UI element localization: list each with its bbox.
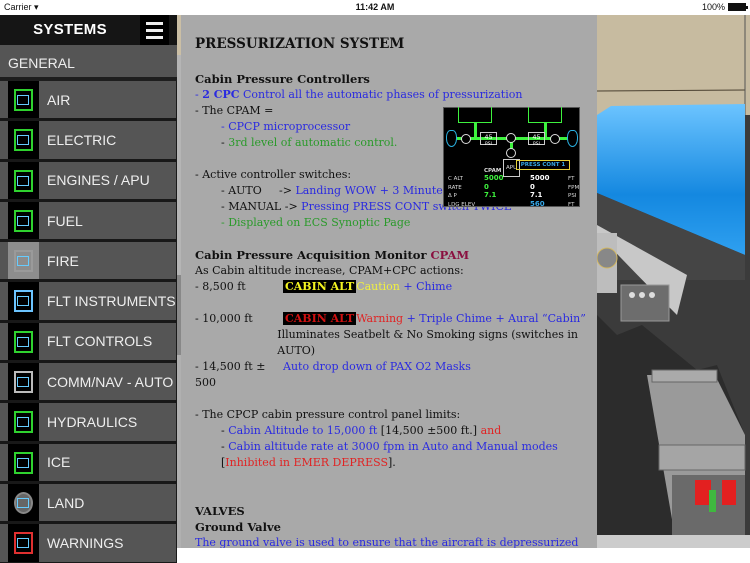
flight-controls-thumbnail-icon: [8, 322, 39, 361]
sidebar-item-edge: [0, 121, 8, 159]
ecs-row-unit: FT: [568, 201, 575, 208]
section-heading-cpam: Cabin Pressure Acquisition Monitor CPAM: [195, 248, 470, 262]
cpam-row-10000-note: Illuminates Seatbelt & No Smoking signs …: [277, 328, 579, 357]
flight-instruments-thumbnail-icon: [8, 282, 39, 320]
ground-valve-text: The ground valve is used to ensure that …: [195, 536, 579, 548]
bottom-edge: [177, 548, 750, 563]
limit-2: - Cabin altitude rate at 3000 fpm in Aut…: [221, 440, 558, 469]
sidebar-item-comm-nav-auto[interactable]: COMM/NAV - AUTO: [0, 363, 177, 404]
engines-apu-thumbnail-icon: [8, 161, 39, 199]
sidebar-item-ice[interactable]: ICE: [0, 443, 177, 484]
sidebar-item-fire[interactable]: FIRE: [0, 242, 177, 283]
hydraulics-thumbnail-icon: [8, 403, 39, 441]
sidebar-item-label: FIRE: [39, 242, 176, 280]
sidebar-item-engines-apu[interactable]: ENGINES / APU: [0, 161, 177, 202]
warnings-thumbnail-icon: [8, 524, 39, 562]
hamburger-menu-icon[interactable]: [140, 15, 169, 45]
limits-intro: - The CPCP cabin pressure control panel …: [195, 408, 461, 421]
sidebar-item-edge: [0, 201, 8, 240]
sidebar-item-label: FUEL: [39, 201, 176, 240]
cpam-row-10000: - 10,000 ft CABIN ALT Warning + Triple Chi…: [195, 312, 586, 325]
page-title: PRESSURIZATION SYSTEM: [195, 36, 405, 52]
ecs-note: - Displayed on ECS Synoptic Page: [221, 216, 411, 229]
air-system-thumbnail-icon: [8, 81, 39, 119]
sidebar-item-flt-instruments[interactable]: FLT INSTRUMENTS: [0, 282, 177, 323]
ecs-cont-value: 560: [530, 199, 545, 208]
sidebar-item-label: LAND: [39, 483, 176, 522]
sidebar-item-label: ICE: [39, 443, 176, 481]
sidebar-title: SYSTEMS: [33, 21, 107, 38]
sidebar-item-air[interactable]: AIR: [0, 81, 177, 122]
sidebar-item-electric[interactable]: ELECTRIC: [0, 121, 177, 162]
sidebar-item-label: COMM/NAV - AUTO: [39, 363, 176, 401]
sidebar-list: AIR ELECTRIC ENGINES / APU FUEL FIRE FLT INST…: [0, 81, 177, 563]
sidebar-item-label: ELECTRIC: [39, 121, 176, 159]
cabin-alt-caution-tag: CABIN ALT: [283, 280, 357, 293]
cockpit-drawing: [597, 15, 750, 548]
sidebar-item-label: FLT INSTRUMENTS: [39, 282, 176, 320]
sidebar-item-label: WARNINGS: [39, 524, 176, 562]
section-heading-valves: VALVES: [195, 504, 245, 518]
cpam-row-14500: - 14,500 ft ± 500 Auto drop down of PAX O…: [195, 360, 471, 389]
clock: 11:42 AM: [355, 2, 395, 12]
battery-status: 100%: [702, 2, 748, 12]
section-heading-cpc: Cabin Pressure Controllers: [195, 72, 370, 86]
sidebar-item-land[interactable]: LAND: [0, 483, 177, 525]
ecs-cpam-value: 7.1: [484, 191, 497, 199]
sidebar-item-edge: [0, 403, 8, 441]
sidebar-item-flt-controls[interactable]: FLT CONTROLS: [0, 322, 177, 364]
fuel-system-thumbnail-icon: [8, 201, 39, 240]
sidebar-item-label: HYDRAULICS: [39, 403, 176, 441]
ice-thumbnail-icon: [8, 443, 39, 481]
sidebar-item-general[interactable]: GENERAL: [0, 45, 177, 81]
sidebar-item-edge: [0, 322, 8, 361]
sidebar-header: SYSTEMS: [0, 15, 177, 45]
sidebar-item-fuel[interactable]: FUEL: [0, 201, 177, 243]
electric-system-thumbnail-icon: [8, 121, 39, 159]
content-panel: PRESSURIZATION SYSTEM Cabin Pressure Con…: [177, 15, 597, 548]
cpam-row-8500: - 8,500 ft CABIN ALT Caution + Chime: [195, 280, 453, 293]
cpam-intro: As Cabin altitude increase, CPAM+CPC act…: [195, 264, 464, 277]
sidebar-item-edge: [0, 161, 8, 199]
content-edge: [177, 15, 181, 548]
sidebar-item-label: AIR: [39, 81, 176, 119]
sidebar-item-label: ENGINES / APU: [39, 161, 176, 199]
sidebar-item-edge: [0, 363, 8, 401]
sidebar-item-edge: [0, 81, 8, 119]
comm-nav-thumbnail-icon: [8, 363, 39, 401]
cockpit-illustration-image: [597, 15, 750, 548]
sidebar-item-edge: [0, 282, 8, 320]
sidebar-item-hydraulics[interactable]: HYDRAULICS: [0, 403, 177, 444]
ecs-row-label: LDG ELEV: [448, 201, 476, 208]
sidebar-item-label: FLT CONTROLS: [39, 322, 176, 361]
section-subheading-ground-valve: Ground Valve: [195, 520, 282, 534]
ecs-synoptic-image: 45 PSI 45 PSI APU CPAM PRESS CONT 1 C ALT 5…: [443, 107, 580, 208]
limit-1: - Cabin Altitude to 15,000 ft [14,500 ±5…: [221, 424, 502, 437]
fire-system-thumbnail-icon: [8, 242, 39, 280]
cpc-line: - 2 CPC Control all the automatic phases…: [195, 88, 523, 101]
landing-gear-thumbnail-icon: [8, 483, 39, 522]
sidebar-item-edge: [0, 524, 8, 562]
sidebar-item-warnings[interactable]: WARNINGS: [0, 524, 177, 563]
status-bar: Carrier ▾ 11:42 AM 100%: [0, 0, 750, 15]
sidebar-item-edge: [0, 242, 8, 280]
sidebar-item-edge: [0, 483, 8, 522]
battery-icon: [728, 3, 748, 11]
press-cont-box: PRESS CONT 1: [516, 160, 570, 170]
sidebar-item-edge: [0, 443, 8, 481]
systems-sidebar: SYSTEMS GENERAL AIR ELECTRIC ENGINES / APU…: [0, 15, 177, 563]
cabin-alt-warning-tag: CABIN ALT: [283, 312, 357, 325]
